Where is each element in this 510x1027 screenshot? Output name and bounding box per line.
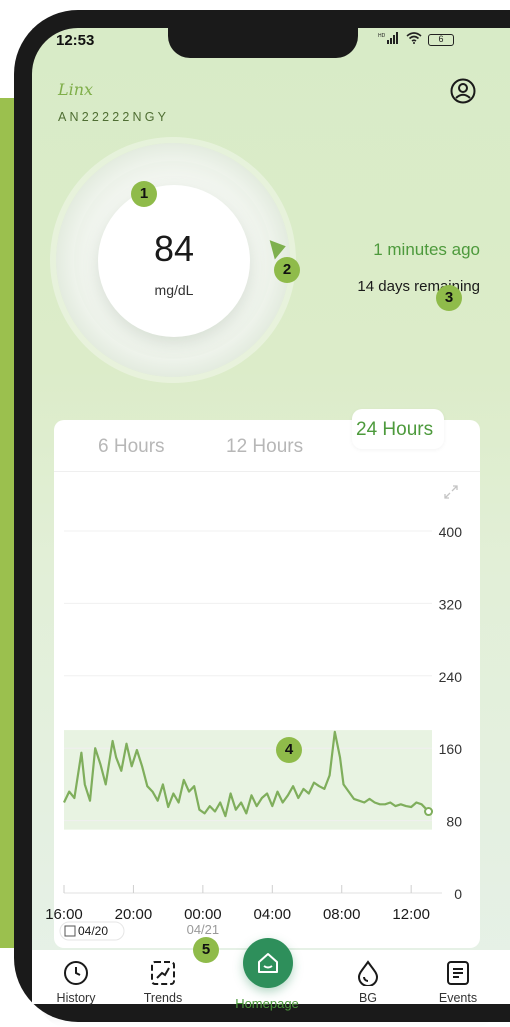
y-tick-label: 80: [446, 814, 462, 830]
date-next-label: 04/21: [187, 922, 220, 937]
latest-reading-point: [424, 807, 434, 817]
y-tick-label: 240: [439, 669, 463, 685]
nav-trends-label: Trends: [143, 991, 183, 1005]
x-tick-label: 08:00: [323, 906, 361, 923]
stage: 12:53 HD 6 Linx AN22222NGY 84 mg/dL 1 mi…: [0, 0, 510, 1027]
x-tick-label: 12:00: [392, 906, 430, 923]
annotation-badge-1: 1: [131, 181, 157, 207]
annotation-badge-5: 5: [193, 937, 219, 963]
nav-history[interactable]: History: [44, 960, 108, 1005]
nav-events-label: Events: [438, 991, 478, 1005]
history-icon: [64, 961, 88, 985]
annotation-badge-3: 3: [436, 285, 462, 311]
nav-trends[interactable]: Trends: [131, 960, 195, 1005]
y-tick-label: 400: [439, 524, 463, 540]
nav-history-label: History: [56, 991, 96, 1005]
x-tick-label: 20:00: [115, 906, 153, 923]
date-start-label: 04/20: [78, 924, 108, 938]
y-tick-label: 320: [439, 596, 463, 612]
target-range-band: [64, 730, 432, 830]
home-icon: [258, 953, 278, 973]
x-tick-label: 04:00: [254, 906, 292, 923]
annotation-badge-2: 2: [274, 257, 300, 283]
annotation-badge-4: 4: [276, 737, 302, 763]
nav-homepage-label[interactable]: Homepage: [224, 996, 310, 1011]
x-tick-label: 00:00: [184, 906, 222, 923]
blood-drop-icon: [357, 960, 379, 986]
glucose-chart: 400 320 240 160 80 0 16:00 20:00 00:00 04:00 08:0…: [45, 524, 463, 941]
y-tick-label: 160: [439, 741, 463, 757]
events-icon: [447, 961, 469, 985]
nav-events[interactable]: Events: [426, 960, 490, 1005]
nav-bg-label: BG: [358, 991, 378, 1005]
nav-bg[interactable]: BG: [336, 960, 400, 1005]
y-tick-label: 0: [454, 886, 462, 902]
trends-icon: [151, 961, 175, 985]
x-tick-label: 16:00: [45, 906, 83, 923]
nav-homepage-button[interactable]: [243, 938, 293, 988]
